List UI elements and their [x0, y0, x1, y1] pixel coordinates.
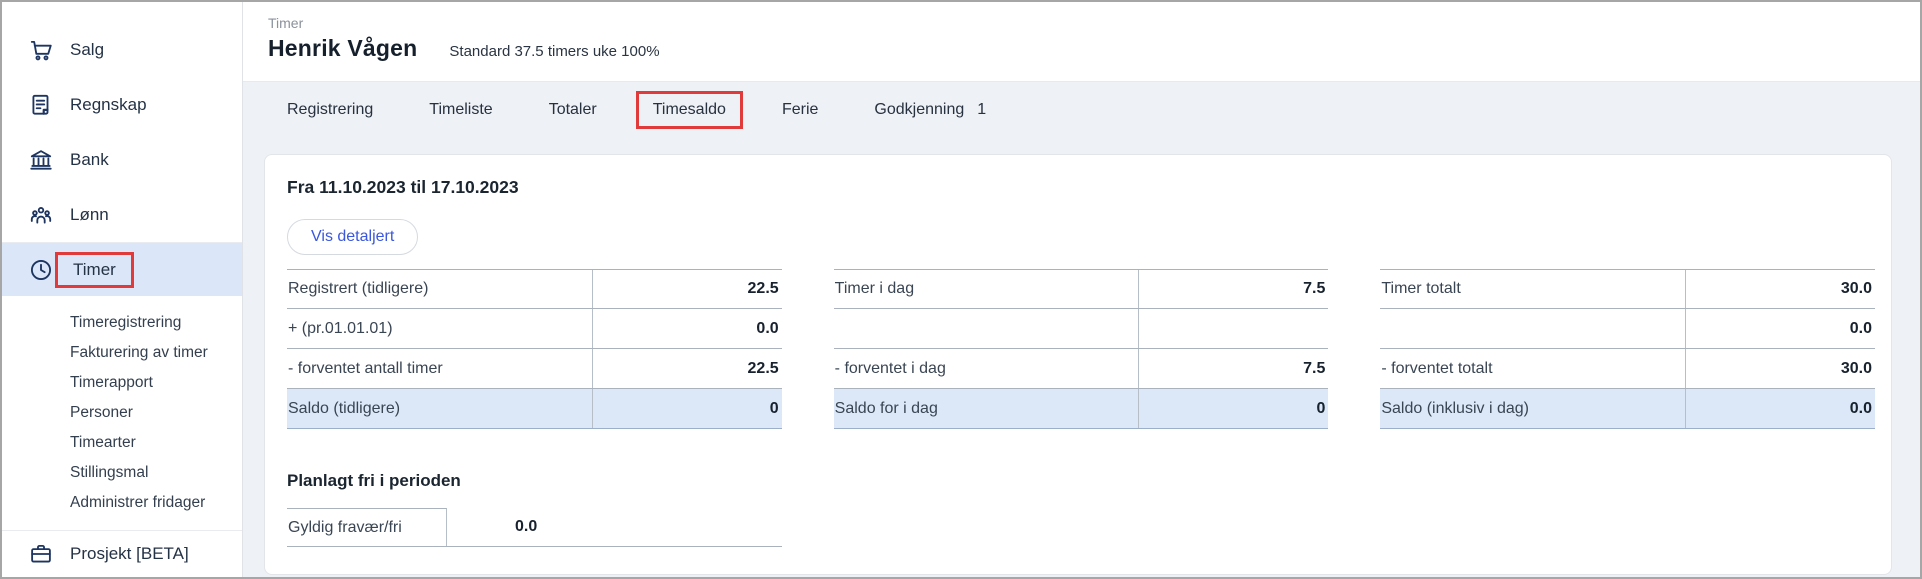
sidebar-subitem-fakturering-av-timer[interactable]: Fakturering av timer — [2, 338, 242, 368]
row-label: - forventet i dag — [834, 349, 1139, 388]
people-icon — [27, 201, 54, 228]
row-value: 7.5 — [1138, 270, 1328, 308]
saldo-row: Saldo (inklusiv i dag)0.0 — [1380, 389, 1875, 429]
tab-label: Ferie — [782, 101, 818, 118]
sidebar-item-label: Salg — [70, 40, 104, 60]
sidebar-subitem-stillingsmal[interactable]: Stillingsmal — [2, 458, 242, 488]
saldo-row: Saldo for i dag0 — [834, 389, 1329, 429]
table-row: Timer i dag7.5 — [834, 269, 1329, 309]
title-block: Timer Henrik Vågen — [268, 15, 417, 62]
sidebar-subitem-personer[interactable]: Personer — [2, 398, 242, 428]
tab-label: Totaler — [549, 101, 597, 118]
row-value: 22.5 — [592, 270, 782, 308]
page-header: Timer Henrik Vågen Standard 37.5 timers … — [243, 2, 1920, 82]
table-row: - forventet antall timer22.5 — [287, 349, 782, 389]
sidebar: Salg Regnskap Bank Lønn Timer Timeregistrer… — [2, 2, 243, 577]
sidebar-item-label: Bank — [70, 150, 109, 170]
row-label: + (pr.01.01.01) — [287, 309, 592, 348]
sidebar-item-label: Regnskap — [70, 95, 147, 115]
row-value: 0 — [592, 389, 782, 428]
balance-table-3: Timer totalt30.00.0- forventet totalt30.… — [1380, 269, 1875, 429]
tab-ferie[interactable]: Ferie — [782, 101, 818, 119]
balance-table-2: Timer i dag7.5- forventet i dag7.5Saldo … — [834, 269, 1329, 429]
tab-bar: Registrering Timeliste Totaler Timesaldo Fer… — [243, 82, 1920, 137]
row-value: 7.5 — [1138, 349, 1328, 388]
table-row: 0.0 — [1380, 309, 1875, 349]
tab-godkjenning[interactable]: Godkjenning 1 — [874, 101, 986, 119]
annotation-box-timer: Timer — [55, 252, 134, 288]
planned-leave-heading: Planlagt fri i perioden — [287, 471, 1875, 491]
balance-table-1: Registrert (tidligere)22.5+ (pr.01.01.01… — [287, 269, 782, 429]
row-label: Timer totalt — [1380, 270, 1685, 308]
tab-label: Registrering — [287, 101, 373, 118]
row-label: Saldo for i dag — [834, 389, 1139, 428]
table-row — [834, 309, 1329, 349]
ledger-icon — [27, 91, 54, 118]
row-label: - forventet antall timer — [287, 349, 592, 388]
row-label — [834, 309, 1139, 348]
sidebar-item-salg[interactable]: Salg — [2, 22, 242, 77]
table-row: Registrert (tidligere)22.5 — [287, 269, 782, 309]
main-area: Timer Henrik Vågen Standard 37.5 timers … — [243, 2, 1920, 577]
sidebar-subitem-timearter[interactable]: Timearter — [2, 428, 242, 458]
table-row: - forventet totalt30.0 — [1380, 349, 1875, 389]
row-label — [1380, 309, 1685, 348]
employment-standard-text: Standard 37.5 timers uke 100% — [449, 43, 659, 60]
row-value: 0.0 — [592, 309, 782, 348]
show-detailed-button[interactable]: Vis detaljert — [287, 219, 418, 255]
sidebar-item-label: Prosjekt [BETA] — [70, 544, 189, 564]
cart-icon — [27, 36, 54, 63]
sidebar-main-items: Salg Regnskap Bank Lønn — [2, 22, 242, 242]
table-row: Gyldig fravær/fri 0.0 — [287, 508, 782, 547]
balance-tables: Registrert (tidligere)22.5+ (pr.01.01.01… — [287, 269, 1875, 429]
saldo-row: Saldo (tidligere)0 — [287, 389, 782, 429]
bank-icon — [27, 146, 54, 173]
row-value: 0.0 — [447, 508, 537, 546]
sidebar-item-prosjekt[interactable]: Prosjekt [BETA] — [2, 531, 242, 577]
row-value: 0 — [1138, 389, 1328, 428]
sidebar-item-label: Lønn — [70, 205, 109, 225]
tab-timeliste[interactable]: Timeliste — [429, 101, 492, 119]
row-value: 30.0 — [1685, 349, 1875, 388]
table-row: Timer totalt30.0 — [1380, 269, 1875, 309]
row-label: Gyldig fravær/fri — [287, 508, 447, 546]
breadcrumb: Timer — [268, 15, 417, 31]
sidebar-item-bank[interactable]: Bank — [2, 132, 242, 187]
planned-leave-table: Gyldig fravær/fri 0.0 — [287, 508, 782, 547]
row-label: Saldo (inklusiv i dag) — [1380, 389, 1685, 428]
sidebar-sub-items: TimeregistreringFakturering av timerTime… — [2, 308, 242, 518]
row-value: 30.0 — [1685, 270, 1875, 308]
sidebar-item-l-nn[interactable]: Lønn — [2, 187, 242, 242]
sidebar-subitem-timerapport[interactable]: Timerapport — [2, 368, 242, 398]
sidebar-item-regnskap[interactable]: Regnskap — [2, 77, 242, 132]
sidebar-item-label: Timer — [73, 260, 116, 279]
sidebar-subitem-administrer-fridager[interactable]: Administrer fridager — [2, 488, 242, 518]
tab-label: Timesaldo — [653, 101, 726, 118]
row-label: Timer i dag — [834, 270, 1139, 308]
briefcase-icon — [27, 541, 54, 568]
row-value — [1138, 309, 1328, 348]
row-value: 22.5 — [592, 349, 782, 388]
table-row: + (pr.01.01.01)0.0 — [287, 309, 782, 349]
row-label: - forventet totalt — [1380, 349, 1685, 388]
tab-totaler[interactable]: Totaler — [549, 101, 597, 119]
table-row: - forventet i dag7.5 — [834, 349, 1329, 389]
page-title: Henrik Vågen — [268, 35, 417, 62]
row-label: Saldo (tidligere) — [287, 389, 592, 428]
tab-label: Godkjenning — [874, 101, 964, 118]
row-value: 0.0 — [1685, 389, 1875, 428]
row-label: Registrert (tidligere) — [287, 270, 592, 308]
row-value: 0.0 — [1685, 309, 1875, 348]
sidebar-item-timer[interactable]: Timer — [2, 243, 242, 296]
tab-label: Timeliste — [429, 101, 492, 118]
app-window: Salg Regnskap Bank Lønn Timer Timeregistrer… — [0, 0, 1922, 579]
tab-registrering[interactable]: Registrering — [287, 101, 373, 119]
sidebar-subitem-timeregistrering[interactable]: Timeregistrering — [2, 308, 242, 338]
period-title: Fra 11.10.2023 til 17.10.2023 — [287, 177, 1875, 198]
timesaldo-card: Fra 11.10.2023 til 17.10.2023 Vis detalj… — [264, 154, 1892, 575]
tab-count-badge: 1 — [977, 101, 986, 118]
clock-icon — [27, 256, 54, 283]
tab-timesaldo[interactable]: Timesaldo — [636, 91, 743, 129]
